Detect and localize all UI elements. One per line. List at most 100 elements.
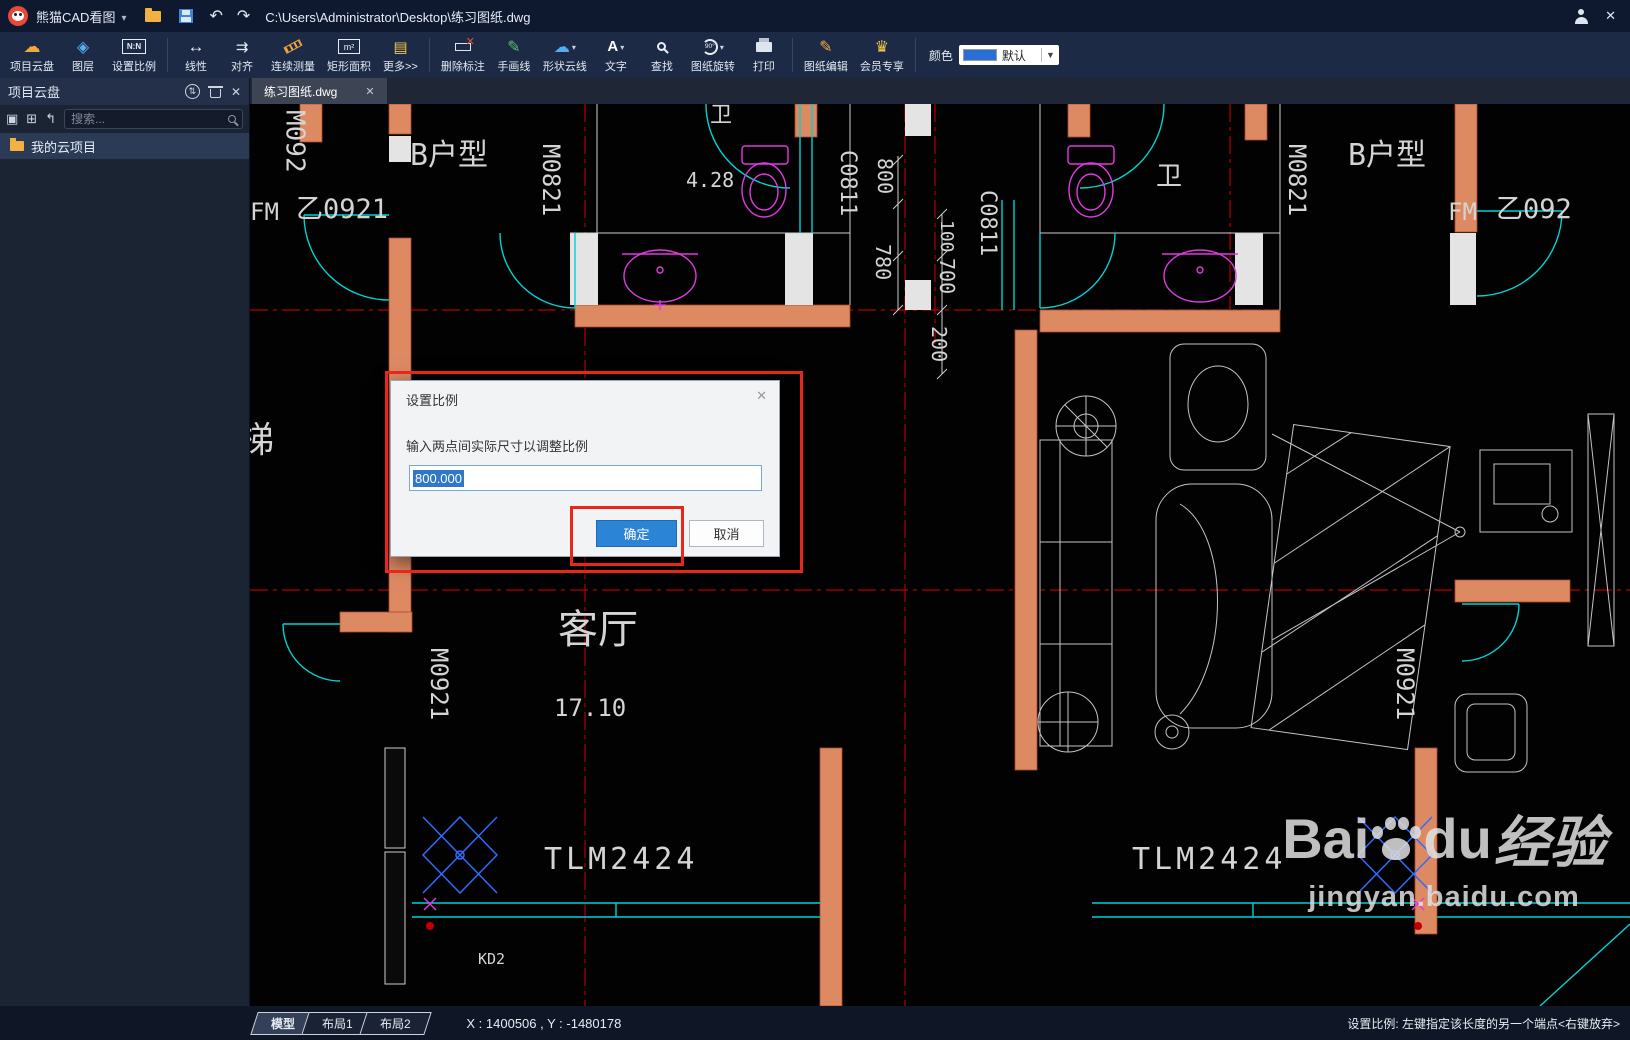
sidebar-title: 项目云盘	[8, 85, 61, 100]
linear-dimension-icon	[188, 37, 205, 57]
chevron-down-icon[interactable]	[115, 9, 136, 24]
document-tabbar: 练习图纸.dwg	[250, 78, 1630, 104]
toolbar-separator	[791, 38, 793, 72]
cad-text-label: 200	[927, 326, 951, 363]
document-tab[interactable]: 练习图纸.dwg	[252, 78, 387, 104]
chevron-down-icon: ▼	[1040, 48, 1055, 62]
chevron-down-icon	[620, 41, 624, 53]
tab-layout2[interactable]: 布局2	[358, 1011, 432, 1035]
cad-text-label: KD2	[478, 950, 506, 968]
color-label: 颜色	[928, 48, 953, 63]
folder-icon	[10, 138, 24, 151]
toolbar-button-shape-cloud[interactable]: 形状云线	[537, 34, 593, 76]
color-value: 默认	[1001, 48, 1026, 63]
dialog-title: 设置比例	[406, 393, 459, 408]
printer-icon	[755, 37, 772, 52]
chevron-down-icon	[572, 41, 576, 53]
cad-text-label: 乙092	[1496, 194, 1572, 225]
close-tab-icon[interactable]	[365, 84, 374, 98]
layout-tabs: 模型 布局1 布局2	[250, 1011, 432, 1035]
edit-drawing-icon	[819, 37, 832, 57]
dialog-instruction: 输入两点间实际尺寸以调整比例	[406, 439, 589, 454]
redo-icon[interactable]	[230, 6, 257, 26]
baidu-jingyan-watermark: Bai du 经验 jingyan.baidu.com	[1268, 798, 1620, 914]
cad-text-label: 卫	[1156, 162, 1183, 192]
window-frames	[384, 747, 406, 985]
red-dots	[426, 922, 1422, 930]
watermark-url: jingyan.baidu.com	[1308, 881, 1580, 913]
toolbar-separator	[914, 38, 916, 72]
pencil-icon	[507, 37, 520, 57]
toolbar-button-print[interactable]: 打印	[741, 34, 787, 76]
vip-crown-icon	[875, 37, 889, 57]
furniture	[1037, 343, 1615, 773]
color-dropdown[interactable]: 默认 ▼	[958, 45, 1059, 65]
structural-lines	[570, 104, 1281, 380]
toolbar-button-continuous-measure[interactable]: 连续测量	[265, 34, 321, 76]
toolbar-button-freehand-line[interactable]: 手画线	[491, 34, 537, 76]
cad-text-label: M0821	[537, 144, 566, 217]
file-path: C:\Users\Administrator\Desktop\练习图纸.dwg	[265, 9, 531, 25]
open-file-icon[interactable]	[145, 7, 162, 22]
scale-value-input[interactable]: 800.000	[409, 465, 762, 491]
save-icon[interactable]	[179, 9, 194, 23]
app-logo-panda-icon	[8, 6, 28, 26]
delete-annotation-icon	[454, 35, 475, 51]
toolbar-button-more[interactable]: 更多>>	[377, 34, 424, 76]
sync-icon[interactable]	[184, 84, 200, 99]
ruler-icon	[283, 39, 303, 54]
cad-text-label: C0811	[835, 150, 861, 217]
command-hint: 设置比例: 左键指定该长度的另一个端点<右键放弃>	[1347, 1016, 1620, 1031]
watermark-brand-text: Bai	[1282, 807, 1370, 870]
layers-icon	[77, 37, 89, 57]
ok-button[interactable]: 确定	[596, 520, 677, 547]
cad-text-label: 梯	[250, 420, 275, 461]
cad-canvas[interactable]: M092 B户型 M0821 FM 乙0921 卫 4.28 C0811 800…	[250, 104, 1630, 1006]
search-icon[interactable]	[228, 115, 236, 123]
cad-text-label: 17.10	[554, 694, 627, 722]
toolbar-button-cloud-drive[interactable]: 项目云盘	[4, 34, 60, 76]
toolbar-button-vip[interactable]: 会员专享	[854, 34, 910, 76]
toolbar-button-rotate-drawing[interactable]: 图纸旋转	[685, 34, 741, 76]
cad-text-label: 700	[935, 258, 959, 295]
cloud-line-icon	[554, 37, 570, 57]
cad-text-label: TLM2424	[1132, 842, 1287, 877]
sidebar-toolbar	[0, 105, 249, 133]
toolbar-button-delete-annotation[interactable]: 删除标注	[435, 34, 491, 76]
main-area: 练习图纸.dwg ✕ M092 B户型 M0821 FM 乙0921 卫 4.2…	[250, 78, 1630, 1006]
cad-text-label: FM	[250, 198, 279, 226]
project-cloud-sidebar: 项目云盘 我的云项目	[0, 78, 250, 1006]
cad-text-label: 800	[873, 158, 897, 195]
scale-icon	[122, 39, 146, 54]
dialog-close-icon[interactable]	[756, 387, 767, 405]
toolbar-button-align[interactable]: 对齐	[219, 34, 265, 76]
up-level-icon[interactable]	[45, 110, 56, 128]
rotate-90-icon	[701, 38, 718, 55]
cad-text-label: 客厅	[558, 607, 638, 653]
cancel-button[interactable]: 取消	[689, 520, 764, 547]
statusbar: 模型 布局1 布局2 X : 1400506 , Y : -1480178 设置…	[0, 1006, 1630, 1040]
set-scale-dialog: 设置比例 输入两点间实际尺寸以调整比例 800.000 确定 取消	[390, 380, 780, 557]
user-account-icon[interactable]	[1574, 8, 1589, 24]
cursor-coordinates: X : 1400506 , Y : -1480178	[466, 1015, 622, 1031]
new-document-icon[interactable]	[6, 110, 18, 128]
baidu-paw-icon	[1371, 814, 1421, 864]
cad-text-label: 4.28	[686, 168, 735, 192]
sidebar-item-my-cloud-projects[interactable]: 我的云项目	[0, 133, 249, 159]
toolbar-button-rect-area[interactable]: 矩形面积	[321, 34, 377, 76]
toolbar-button-layers[interactable]: 图层	[60, 34, 106, 76]
undo-icon[interactable]	[202, 6, 229, 26]
trash-icon[interactable]	[207, 85, 223, 98]
toolbar-separator	[167, 38, 168, 72]
toolbar-button-edit-drawing[interactable]: 图纸编辑	[798, 34, 854, 76]
toolbar-button-set-scale[interactable]: 设置比例	[106, 34, 162, 76]
toolbar-button-text[interactable]: 文字	[593, 34, 639, 76]
toolbar-button-find[interactable]: 查找	[639, 34, 685, 76]
sidebar-header: 项目云盘	[0, 78, 249, 105]
more-tools-icon	[393, 38, 407, 56]
add-folder-icon[interactable]	[26, 110, 37, 128]
search-input[interactable]	[71, 112, 228, 126]
close-window-icon[interactable]	[1605, 8, 1616, 24]
toolbar-button-linear-dimension[interactable]: 线性	[173, 34, 219, 76]
close-sidebar-icon[interactable]	[231, 84, 241, 99]
